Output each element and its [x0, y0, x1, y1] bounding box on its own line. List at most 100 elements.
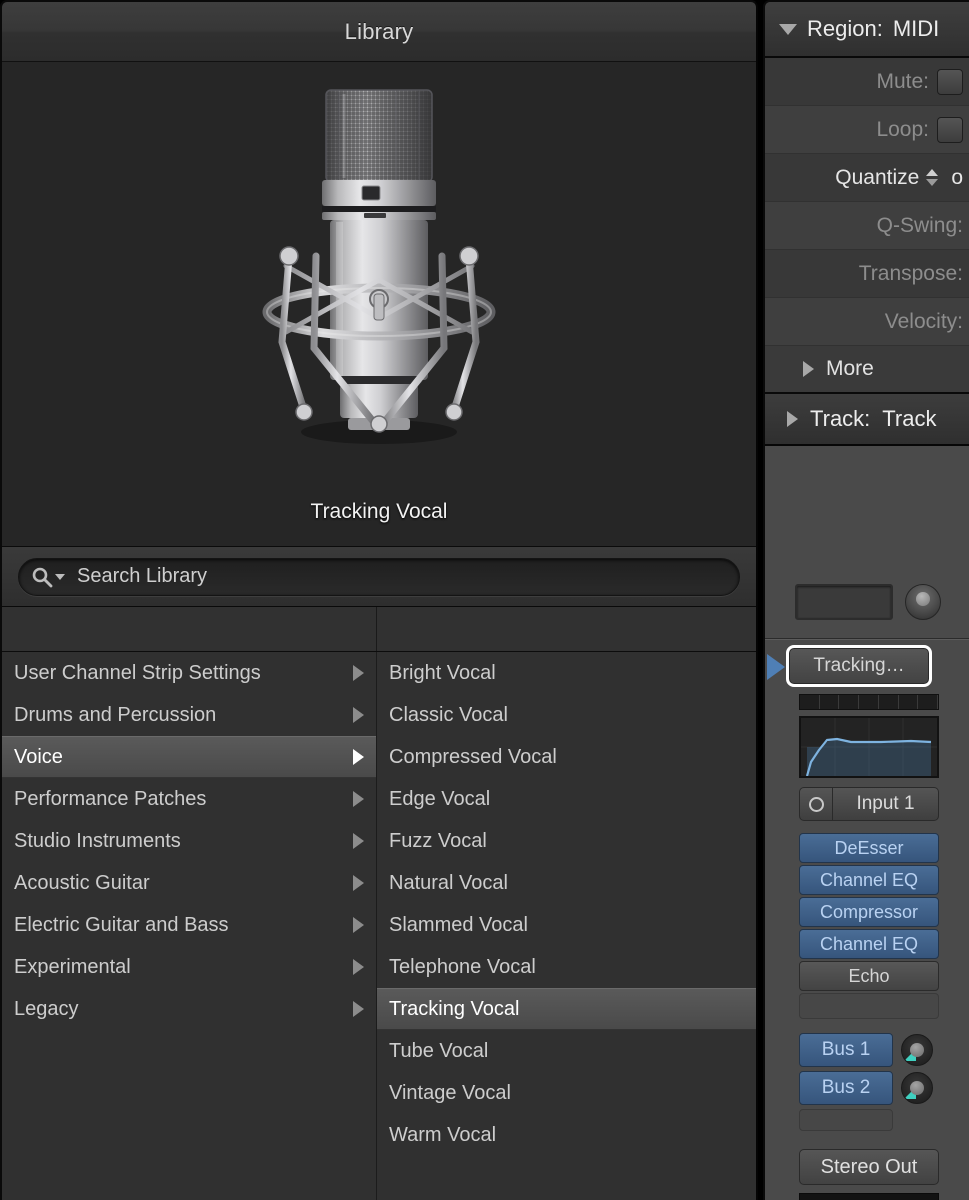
region-header[interactable]: Region: MIDI	[765, 2, 969, 58]
preset-item[interactable]: Vintage Vocal	[377, 1072, 756, 1114]
submenu-arrow-icon	[353, 791, 364, 807]
param-row[interactable]: Quantizeo	[765, 154, 969, 202]
category-item-label: Acoustic Guitar	[14, 872, 150, 895]
send-row[interactable]: Bus 2	[799, 1071, 957, 1105]
triangle-right-icon[interactable]	[803, 361, 814, 377]
category-item[interactable]: Electric Guitar and Bass	[2, 904, 376, 946]
category-item-label: User Channel Strip Settings	[14, 662, 261, 685]
category-item[interactable]: Acoustic Guitar	[2, 862, 376, 904]
insert-slot[interactable]: Compressor	[799, 897, 939, 927]
more-label: More	[826, 357, 874, 381]
preset-item[interactable]: Classic Vocal	[377, 694, 756, 736]
submenu-arrow-icon	[353, 833, 364, 849]
submenu-arrow-icon	[353, 917, 364, 933]
library-title: Library	[345, 19, 414, 45]
track-header[interactable]: Track: Track	[765, 394, 969, 446]
preset-item[interactable]: Warm Vocal	[377, 1114, 756, 1156]
preset-item-label: Edge Vocal	[389, 788, 490, 811]
more-row[interactable]: More	[765, 346, 969, 394]
preset-item[interactable]: Natural Vocal	[377, 862, 756, 904]
preset-list[interactable]: Bright Vocal Classic Vocal Compressed Voca…	[377, 652, 756, 1200]
chevron-down-icon[interactable]	[55, 574, 65, 580]
preset-item[interactable]: Tube Vocal	[377, 1030, 756, 1072]
preset-item-label: Warm Vocal	[389, 1124, 496, 1147]
preset-item[interactable]: Compressed Vocal	[377, 736, 756, 778]
preset-item[interactable]: Fuzz Vocal	[377, 820, 756, 862]
preset-item[interactable]: Edge Vocal	[377, 778, 756, 820]
triangle-down-icon[interactable]	[779, 24, 797, 35]
search-icon[interactable]	[31, 566, 65, 588]
preset-item-label: Telephone Vocal	[389, 956, 536, 979]
condenser-microphone-icon	[244, 80, 514, 480]
preset-item-label: Bright Vocal	[389, 662, 496, 685]
category-item[interactable]: Experimental	[2, 946, 376, 988]
param-label: Q-Swing:	[877, 214, 963, 238]
preset-item-label: Vintage Vocal	[389, 1082, 511, 1105]
pan-area	[795, 584, 941, 620]
param-row[interactable]: Transpose:	[765, 250, 969, 298]
category-item[interactable]: Legacy	[2, 988, 376, 1030]
insert-slot[interactable]	[799, 993, 939, 1019]
library-titlebar: Library	[2, 2, 756, 62]
preset-item-label: Fuzz Vocal	[389, 830, 487, 853]
category-item[interactable]: User Channel Strip Settings	[2, 652, 376, 694]
triangle-right-icon[interactable]	[787, 411, 798, 427]
submenu-arrow-icon	[353, 749, 364, 765]
param-row[interactable]: Velocity:	[765, 298, 969, 346]
send-list[interactable]: Bus 1 Bus 2	[799, 1033, 957, 1131]
insert-slot[interactable]: Echo	[799, 961, 939, 991]
list-header-strip	[2, 607, 756, 652]
param-row[interactable]: Loop:	[765, 106, 969, 154]
insert-slot-list[interactable]: DeEsserChannel EQCompressorChannel EQEch…	[799, 833, 939, 1019]
category-item[interactable]: Studio Instruments	[2, 820, 376, 862]
playhead-marker-icon	[767, 654, 785, 680]
insert-slot[interactable]: Channel EQ	[799, 929, 939, 959]
category-item-label: Performance Patches	[14, 788, 206, 811]
param-checkbox[interactable]	[937, 117, 963, 143]
channel-strip-setting-button[interactable]: Tracking…	[789, 648, 929, 684]
category-list[interactable]: User Channel Strip Settings Drums and Per…	[2, 652, 377, 1200]
input-label[interactable]: Input 1	[833, 787, 939, 821]
category-item-label: Legacy	[14, 998, 79, 1021]
output-meter	[799, 1193, 939, 1200]
send-level-knob[interactable]	[901, 1034, 933, 1066]
send-row[interactable]: Bus 1	[799, 1033, 957, 1067]
preset-item[interactable]: Tracking Vocal	[377, 988, 756, 1030]
param-label: Transpose:	[859, 262, 963, 286]
gain-meter-strip	[799, 694, 939, 710]
pan-knob[interactable]	[905, 584, 941, 620]
library-columns: User Channel Strip Settings Drums and Per…	[2, 652, 756, 1200]
insert-slot[interactable]: DeEsser	[799, 833, 939, 863]
category-item-label: Experimental	[14, 956, 131, 979]
preset-item[interactable]: Bright Vocal	[377, 652, 756, 694]
category-item[interactable]: Voice	[2, 736, 376, 778]
insert-slot[interactable]: Channel EQ	[799, 865, 939, 895]
preset-item[interactable]: Telephone Vocal	[377, 946, 756, 988]
library-panel: Library	[0, 0, 758, 1200]
param-label: Velocity:	[885, 310, 963, 334]
param-row[interactable]: Q-Swing:	[765, 202, 969, 250]
param-label: Mute:	[876, 70, 929, 94]
category-item-label: Voice	[14, 746, 63, 769]
param-row[interactable]: Mute:	[765, 58, 969, 106]
send-level-knob[interactable]	[901, 1072, 933, 1104]
channel-eq-curve-display[interactable]	[799, 716, 939, 778]
preset-item-label: Compressed Vocal	[389, 746, 557, 769]
inspector-panel: Region: MIDI Mute: Loop:Quantizeo Q-Swing:…	[763, 0, 969, 1200]
record-circle-icon[interactable]	[799, 787, 833, 821]
preset-item-label: Tracking Vocal	[389, 998, 519, 1021]
param-checkbox[interactable]	[937, 69, 963, 95]
send-destination-button[interactable]: Bus 1	[799, 1033, 893, 1067]
category-item[interactable]: Drums and Percussion	[2, 694, 376, 736]
preset-item[interactable]: Slammed Vocal	[377, 904, 756, 946]
send-destination-button[interactable]: Bus 2	[799, 1071, 893, 1105]
param-stepper[interactable]	[926, 169, 938, 186]
channel-name-field[interactable]	[795, 584, 893, 620]
submenu-arrow-icon	[353, 707, 364, 723]
track-header-value: Track	[882, 406, 936, 432]
empty-send-slot[interactable]	[799, 1109, 893, 1131]
category-item[interactable]: Performance Patches	[2, 778, 376, 820]
input-row[interactable]: Input 1	[799, 787, 939, 821]
output-button[interactable]: Stereo Out	[799, 1149, 939, 1185]
search-input[interactable]: Search Library	[18, 558, 740, 596]
